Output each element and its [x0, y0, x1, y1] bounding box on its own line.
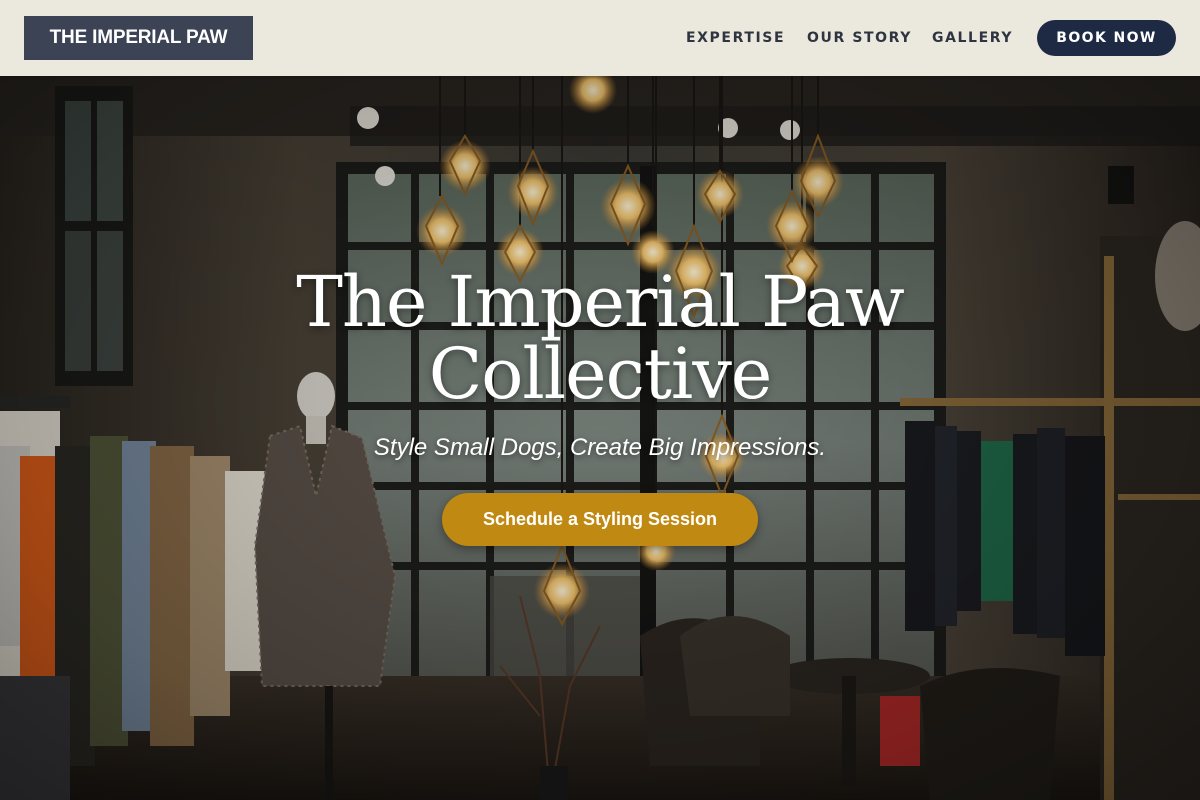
site-header: THE IMPERIAL PAW EXPERTISE OUR STORY GAL… [0, 0, 1200, 76]
site-logo[interactable]: THE IMPERIAL PAW [24, 16, 253, 60]
nav-link-gallery[interactable]: GALLERY [932, 28, 1013, 48]
hero-subtitle: Style Small Dogs, Create Big Impressions… [373, 434, 827, 461]
book-now-button[interactable]: BOOK NOW [1037, 20, 1176, 56]
nav-link-expertise[interactable]: EXPERTISE [686, 28, 785, 48]
hero-title: The Imperial Paw Collective [150, 266, 1050, 410]
schedule-styling-session-button[interactable]: Schedule a Styling Session [442, 493, 758, 546]
hero-section: The Imperial Paw Collective Style Small … [0, 76, 1200, 800]
hero-title-line-2: Collective [428, 333, 773, 415]
hero-title-line-1: The Imperial Paw [296, 261, 905, 343]
nav-link-our-story[interactable]: OUR STORY [807, 28, 912, 48]
